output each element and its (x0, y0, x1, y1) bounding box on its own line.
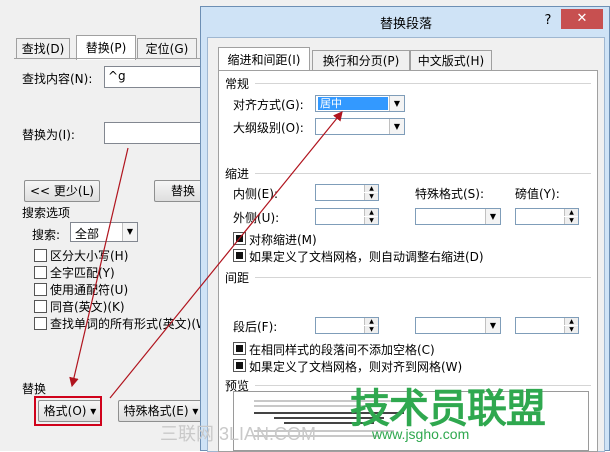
arrow-to-format (69, 147, 129, 388)
arrow-to-alignment (109, 111, 343, 399)
watermark-url: www.jsgho.com (372, 426, 470, 442)
watermark-grey: 三联网 3LIAN.COM (160, 424, 317, 444)
